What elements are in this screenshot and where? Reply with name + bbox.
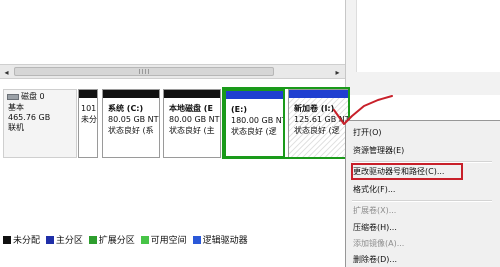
menu-item-shrink-volume[interactable]: 压缩卷(H)...	[353, 222, 397, 234]
horizontal-scrollbar[interactable]: ◂ ▸	[0, 64, 345, 79]
partition-size: 80.00 GB NTI	[169, 115, 221, 124]
right-panel-box	[356, 0, 500, 72]
disk-size: 465.76 GB	[8, 113, 51, 122]
menu-highlight-annotation	[351, 163, 463, 180]
partition-title: 本地磁盘 (E	[169, 104, 213, 113]
partition-status: 状态良好 (主	[169, 126, 215, 135]
partition-size: 80.05 GB NTI	[108, 115, 160, 124]
red-check-annotation-icon	[333, 95, 393, 125]
partition-status: 状态良好 (逻	[231, 127, 277, 136]
partition-e[interactable]: (E:) 180.00 GB NTF 状态良好 (逻	[224, 89, 285, 158]
partition-bar	[226, 91, 283, 99]
partition-local-disk[interactable]: 本地磁盘 (E 80.00 GB NTI 状态良好 (主	[163, 89, 221, 158]
disk-status: 联机	[8, 123, 24, 132]
scroll-grip-icon	[139, 69, 149, 74]
scroll-right-arrow-icon[interactable]: ▸	[333, 68, 342, 77]
menu-item-extend-volume[interactable]: 扩展卷(X)...	[353, 205, 396, 217]
legend-label: 主分区	[55, 236, 83, 246]
legend-label: 扩展分区	[98, 236, 135, 246]
partition-size: 180.00 GB NTF	[231, 116, 283, 125]
legend-item: 可用空间	[140, 234, 187, 248]
menu-separator	[352, 200, 492, 202]
partition-c[interactable]: 系统 (C:) 80.05 GB NTI 状态良好 (系	[102, 89, 160, 158]
partition-bar	[79, 90, 97, 98]
legend-swatch	[140, 236, 149, 244]
legend-swatch	[88, 236, 97, 244]
legend-swatch	[3, 236, 11, 244]
legend-swatch	[192, 236, 201, 244]
partition-title: 系统 (C:)	[108, 104, 144, 113]
scroll-thumb[interactable]	[14, 67, 274, 76]
scroll-left-arrow-icon[interactable]: ◂	[2, 68, 11, 77]
legend: 未分配 主分区 扩展分区 可用空间 逻辑驱动器	[0, 234, 345, 248]
disk-drive-icon	[7, 94, 19, 100]
partition-title: (E:)	[231, 105, 247, 114]
menu-item-delete-volume[interactable]: 删除卷(D)...	[353, 254, 397, 266]
legend-item: 逻辑驱动器	[192, 234, 248, 248]
legend-label: 未分配	[13, 236, 41, 246]
menu-item-add-mirror[interactable]: 添加镜像(A)...	[353, 238, 404, 250]
disk-type: 基本	[8, 103, 24, 112]
legend-item: 扩展分区	[88, 234, 135, 248]
partition-status: 状态良好 (系	[108, 126, 154, 135]
disk-name: 磁盘 0	[21, 92, 45, 101]
menu-item-format[interactable]: 格式化(F)...	[353, 184, 395, 196]
legend-item: 主分区	[45, 234, 83, 248]
menu-item-explorer[interactable]: 资源管理器(E)	[353, 145, 404, 157]
disk-label[interactable]: 磁盘 0 基本 465.76 GB 联机	[3, 89, 77, 158]
legend-swatch	[45, 236, 54, 244]
partition-bar	[103, 90, 159, 98]
legend-item: 未分配	[3, 234, 40, 248]
partition-line: 101	[81, 104, 97, 113]
volume-list-area	[0, 0, 345, 64]
partition-line: 未分	[81, 115, 97, 124]
legend-label: 可用空间	[150, 236, 187, 246]
partition-bar	[164, 90, 220, 98]
legend-label: 逻辑驱动器	[202, 236, 248, 246]
partition-unallocated[interactable]: 101 未分	[78, 89, 98, 158]
